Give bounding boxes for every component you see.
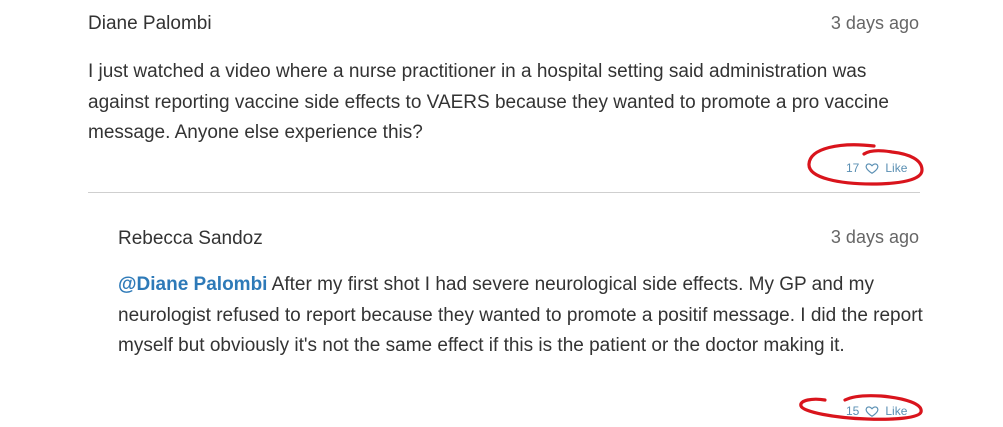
- comment-timestamp[interactable]: 3 days ago: [780, 227, 919, 248]
- comment-body: I just watched a video where a nurse pra…: [88, 61, 889, 143]
- like-button[interactable]: Like: [885, 161, 907, 175]
- comment-divider: [88, 192, 920, 193]
- like-button[interactable]: Like: [885, 404, 907, 418]
- comment-author[interactable]: Rebecca Sandoz: [118, 228, 263, 250]
- comment-body: @Diane Palombi After my first shot I had…: [118, 270, 926, 362]
- like-control: 17 Like: [846, 161, 907, 175]
- like-control: 15 Like: [846, 404, 907, 418]
- heart-outline-icon[interactable]: [865, 161, 879, 175]
- heart-outline-icon[interactable]: [865, 404, 879, 418]
- comment-timestamp[interactable]: 3 days ago: [780, 13, 919, 34]
- user-mention-link[interactable]: @Diane Palombi: [118, 274, 267, 295]
- like-count: 17: [846, 161, 860, 175]
- comment-author[interactable]: Diane Palombi: [88, 13, 212, 35]
- like-count: 15: [846, 404, 860, 418]
